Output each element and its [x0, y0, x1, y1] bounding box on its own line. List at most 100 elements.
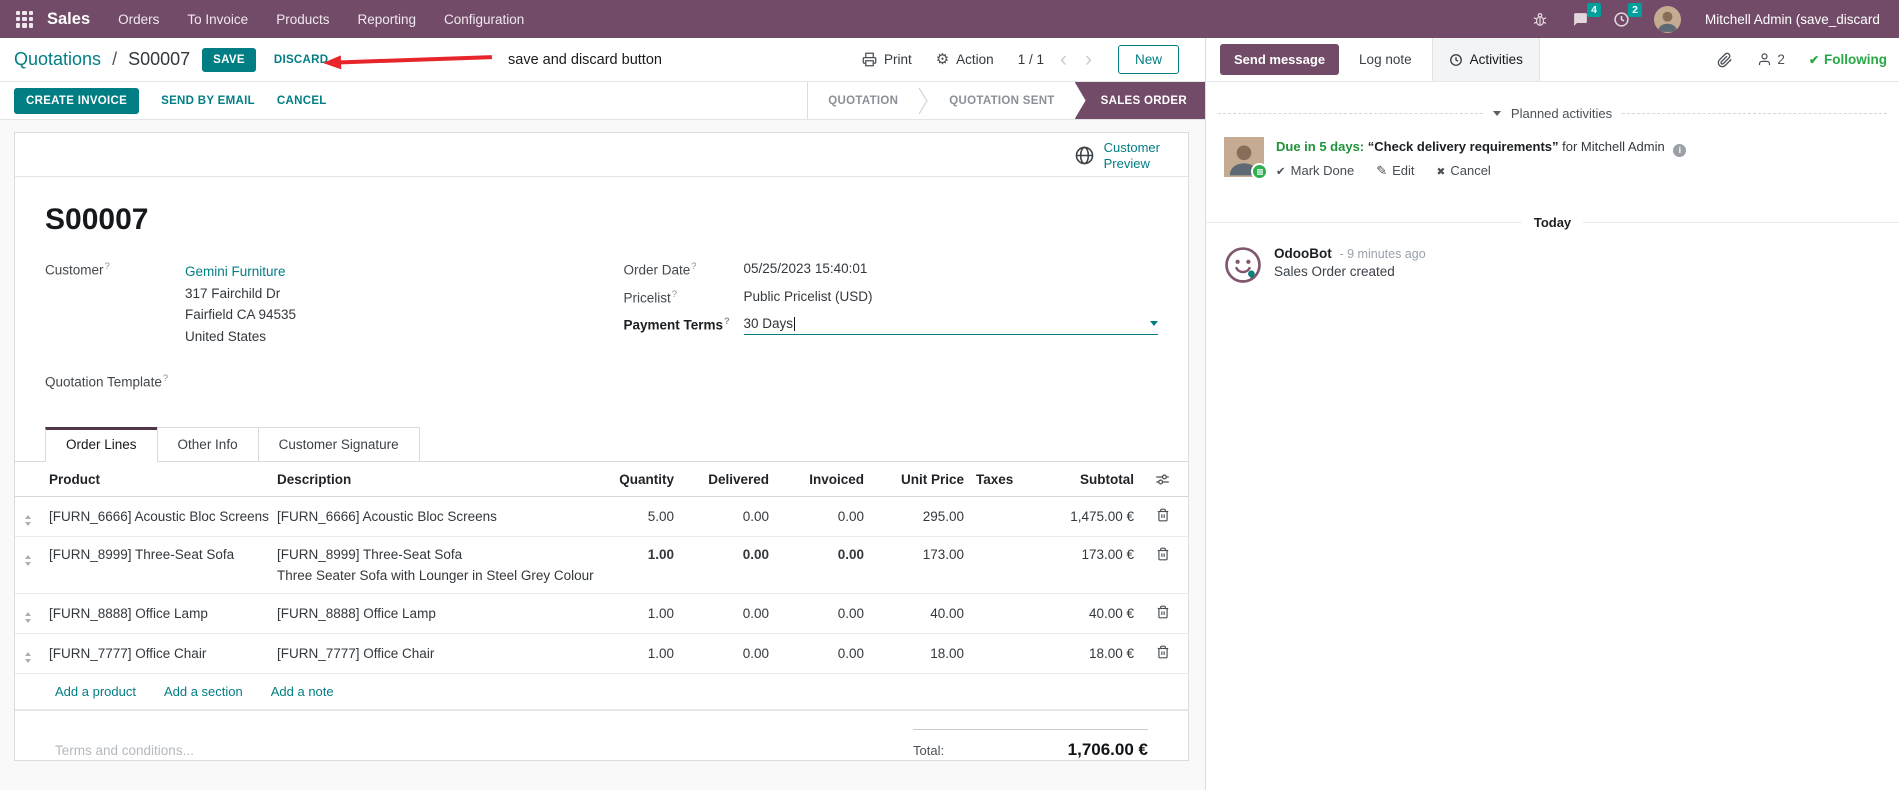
cell-unit-price[interactable]: 40.00	[876, 593, 976, 634]
customer-link[interactable]: Gemini Furniture	[185, 261, 296, 283]
delete-row-button[interactable]	[1156, 508, 1170, 522]
apps-grid-icon[interactable]	[16, 10, 33, 28]
dropdown-caret-icon[interactable]	[1150, 321, 1158, 326]
tab-order-lines[interactable]: Order Lines	[45, 426, 158, 462]
send-message-button[interactable]: Send message	[1220, 44, 1340, 75]
col-delivered[interactable]: Delivered	[686, 461, 781, 497]
pager-previous-button[interactable]	[1058, 49, 1069, 70]
cell-subtotal[interactable]: 40.00 €	[1034, 593, 1146, 634]
cell-taxes[interactable]	[976, 496, 1034, 537]
cell-description[interactable]: [FURN_8999] Three-Seat Sofa Three Seater…	[277, 536, 602, 594]
menu-orders[interactable]: Orders	[118, 12, 159, 27]
cell-description[interactable]: [FURN_6666] Acoustic Bloc Screens	[277, 496, 602, 537]
attachments-button[interactable]	[1717, 52, 1733, 68]
cell-delivered[interactable]: 0.00	[686, 496, 781, 537]
customer-preview-button[interactable]: Customer Preview	[1074, 140, 1160, 171]
col-taxes[interactable]: Taxes	[976, 461, 1034, 497]
cell-invoiced[interactable]: 0.00	[781, 633, 876, 674]
save-button[interactable]: SAVE	[202, 47, 256, 72]
planned-activities-toggle[interactable]: Planned activities	[1218, 106, 1888, 121]
cell-delivered[interactable]: 0.00	[686, 633, 781, 674]
state-quotation-sent[interactable]: QUOTATION SENT	[929, 82, 1074, 119]
tab-other-info[interactable]: Other Info	[156, 426, 259, 462]
mark-done-button[interactable]: Mark Done	[1276, 163, 1355, 179]
state-sales-order[interactable]: SALES ORDER	[1074, 82, 1205, 119]
following-button[interactable]: Following	[1809, 52, 1887, 67]
menu-products[interactable]: Products	[276, 12, 329, 27]
cell-unit-price[interactable]: 173.00	[876, 536, 976, 594]
action-button[interactable]: Action	[936, 52, 994, 67]
discard-button[interactable]: DISCARD	[274, 54, 329, 66]
col-subtotal[interactable]: Subtotal	[1034, 461, 1146, 497]
cell-quantity[interactable]: 1.00	[602, 536, 686, 594]
cell-product[interactable]: [FURN_6666] Acoustic Bloc Screens	[49, 496, 277, 537]
send-by-email-button[interactable]: SEND BY EMAIL	[161, 95, 255, 107]
cancel-button[interactable]: CANCEL	[277, 95, 327, 107]
menu-to-invoice[interactable]: To Invoice	[187, 12, 248, 27]
delete-row-button[interactable]	[1156, 645, 1170, 659]
new-button[interactable]: New	[1117, 45, 1179, 74]
breadcrumb-quotations-link[interactable]: Quotations	[14, 49, 101, 69]
drag-handle-icon[interactable]	[25, 651, 31, 663]
col-description[interactable]: Description	[277, 461, 602, 497]
add-note-link[interactable]: Add a note	[271, 684, 334, 699]
cell-invoiced[interactable]: 0.00	[781, 593, 876, 634]
pager-next-button[interactable]	[1083, 49, 1094, 70]
app-name[interactable]: Sales	[47, 10, 90, 29]
delete-row-button[interactable]	[1156, 605, 1170, 619]
menu-reporting[interactable]: Reporting	[357, 12, 416, 27]
followers-button[interactable]: 2	[1757, 52, 1785, 67]
cell-subtotal[interactable]: 1,475.00 €	[1034, 496, 1146, 537]
drag-handle-icon[interactable]	[25, 554, 31, 566]
cell-unit-price[interactable]: 18.00	[876, 633, 976, 674]
order-date-value[interactable]: 05/25/2023 15:40:01	[744, 261, 868, 276]
cell-taxes[interactable]	[976, 536, 1034, 594]
col-invoiced[interactable]: Invoiced	[781, 461, 876, 497]
edit-activity-button[interactable]: Edit	[1376, 163, 1414, 179]
cell-invoiced[interactable]: 0.00	[781, 496, 876, 537]
add-product-link[interactable]: Add a product	[55, 684, 136, 699]
state-quotation[interactable]: QUOTATION	[808, 82, 918, 119]
tab-customer-signature[interactable]: Customer Signature	[257, 426, 420, 462]
cell-delivered[interactable]: 0.00	[686, 536, 781, 594]
optional-columns-button[interactable]	[1155, 472, 1170, 487]
drag-handle-icon[interactable]	[25, 611, 31, 623]
debug-bug-icon[interactable]	[1532, 11, 1548, 27]
drag-handle-icon[interactable]	[25, 514, 31, 526]
cell-description[interactable]: [FURN_8888] Office Lamp	[277, 593, 602, 634]
user-avatar[interactable]	[1654, 6, 1681, 33]
add-section-link[interactable]: Add a section	[164, 684, 243, 699]
cell-delivered[interactable]: 0.00	[686, 593, 781, 634]
cell-product[interactable]: [FURN_8888] Office Lamp	[49, 593, 277, 634]
cell-quantity[interactable]: 5.00	[602, 496, 686, 537]
cell-description[interactable]: [FURN_7777] Office Chair	[277, 633, 602, 674]
cell-subtotal[interactable]: 173.00 €	[1034, 536, 1146, 594]
cell-quantity[interactable]: 1.00	[602, 593, 686, 634]
message-author[interactable]: OdooBot	[1274, 246, 1332, 261]
cell-product[interactable]: [FURN_8999] Three-Seat Sofa	[49, 536, 277, 594]
log-note-button[interactable]: Log note	[1359, 52, 1412, 67]
cancel-activity-button[interactable]: Cancel	[1437, 163, 1490, 179]
messages-icon[interactable]: 4	[1572, 2, 1601, 28]
cell-invoiced[interactable]: 0.00	[781, 536, 876, 594]
col-product[interactable]: Product	[49, 461, 277, 497]
col-unit-price[interactable]: Unit Price	[876, 461, 976, 497]
cell-subtotal[interactable]: 18.00 €	[1034, 633, 1146, 674]
create-invoice-button[interactable]: CREATE INVOICE	[14, 87, 140, 114]
print-button[interactable]: Print	[862, 52, 912, 67]
col-quantity[interactable]: Quantity	[602, 461, 686, 497]
payment-terms-input[interactable]: 30 Days	[743, 316, 1158, 335]
user-menu[interactable]: Mitchell Admin (save_discard	[1705, 12, 1880, 27]
pricelist-value[interactable]: Public Pricelist (USD)	[744, 289, 873, 304]
activities-clock-icon[interactable]: 2	[1613, 2, 1642, 28]
cell-quantity[interactable]: 1.00	[602, 633, 686, 674]
delete-row-button[interactable]	[1156, 547, 1170, 561]
cell-taxes[interactable]	[976, 633, 1034, 674]
terms-and-conditions-input[interactable]: Terms and conditions...	[55, 743, 194, 758]
activities-button[interactable]: Activities	[1431, 38, 1540, 81]
cell-product[interactable]: [FURN_7777] Office Chair	[49, 633, 277, 674]
cell-unit-price[interactable]: 295.00	[876, 496, 976, 537]
cell-taxes[interactable]	[976, 593, 1034, 634]
info-icon[interactable]	[1673, 143, 1687, 157]
menu-configuration[interactable]: Configuration	[444, 12, 524, 27]
